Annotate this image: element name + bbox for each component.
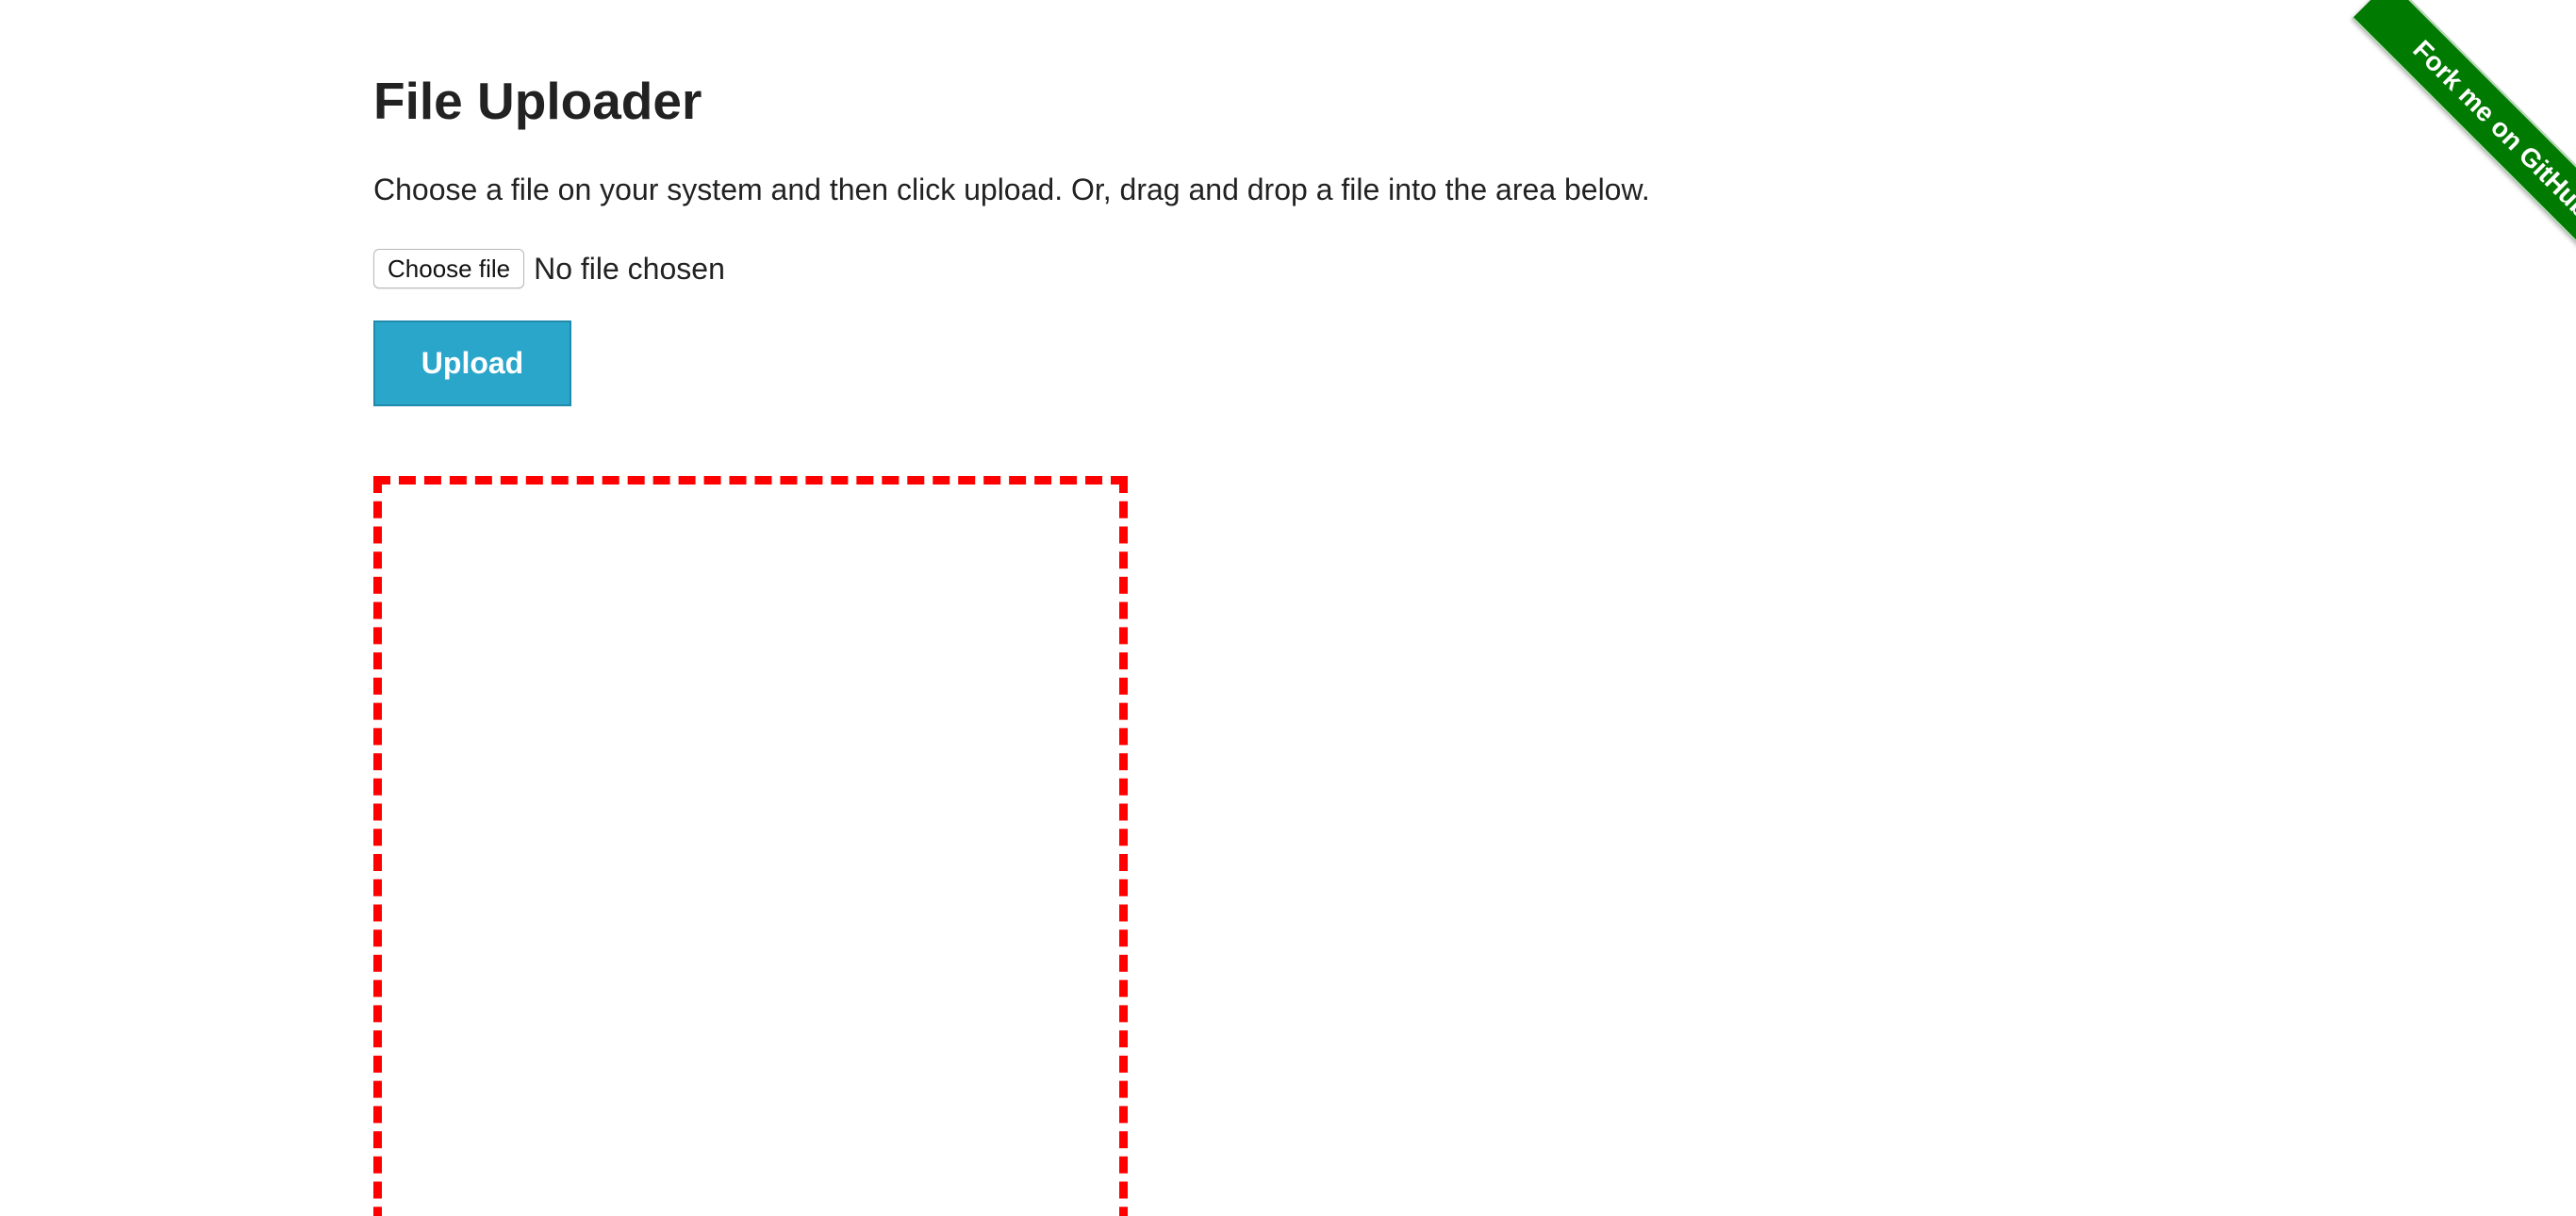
- page-title: File Uploader: [373, 72, 702, 130]
- fork-ribbon-container: Fork me on GitHub: [2321, 0, 2576, 255]
- choose-file-button[interactable]: Choose file: [373, 249, 525, 288]
- upload-instructions: Choose a file on your system and then cl…: [373, 173, 1650, 206]
- fork-on-github-link[interactable]: Fork me on GitHub: [2352, 0, 2576, 255]
- drag-and-drop-area[interactable]: [373, 476, 1128, 1216]
- file-input-row: Choose file No file chosen: [373, 249, 725, 288]
- file-selection-status: No file chosen: [534, 252, 725, 286]
- file-uploader-page: File Uploader Choose a file on your syst…: [0, 0, 2576, 1216]
- upload-button[interactable]: Upload: [373, 320, 571, 406]
